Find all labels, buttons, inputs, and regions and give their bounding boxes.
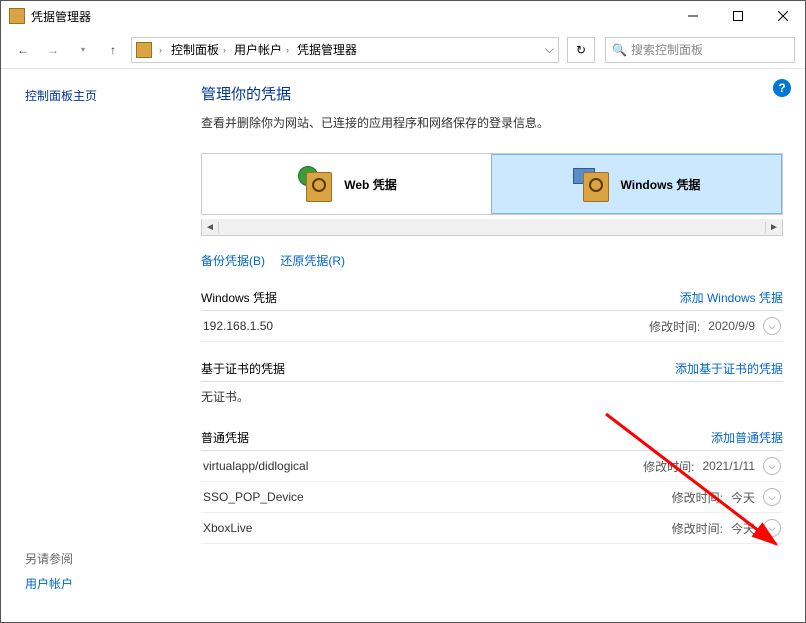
section-title: Windows 凭据 [201, 289, 277, 306]
modified-label: 修改时间: [672, 489, 723, 506]
recent-dropdown-icon[interactable]: ▾ [71, 38, 95, 62]
scroll-left-icon[interactable]: ◄ [202, 222, 219, 233]
safe-icon [583, 172, 609, 202]
breadcrumb-item[interactable]: 用户帐户 [232, 41, 284, 58]
tab-label: Web 凭据 [344, 176, 396, 193]
credential-row[interactable]: 192.168.1.50 修改时间: 2020/9/9 ⌵ [201, 311, 783, 342]
scroll-right-icon[interactable]: ► [765, 222, 782, 233]
modified-date: 2020/9/9 [708, 319, 755, 333]
address-bar[interactable]: › 控制面板› 用户帐户› 凭据管理器 ⌵ [131, 37, 559, 63]
location-icon [136, 42, 152, 58]
search-placeholder: 搜索控制面板 [631, 41, 703, 58]
tab-label: Windows 凭据 [621, 176, 701, 193]
tab-scrollbar[interactable]: ◄ ► [201, 219, 783, 236]
chevron-down-icon[interactable]: ⌵ [763, 519, 781, 537]
modified-date: 2021/1/11 [703, 459, 756, 473]
tab-web-credentials[interactable]: Web 凭据 [202, 154, 491, 214]
chevron-right-icon: › [284, 45, 291, 55]
help-icon[interactable]: ? [773, 79, 791, 97]
chevron-down-icon[interactable]: ⌵ [763, 488, 781, 506]
credential-name: XboxLive [203, 521, 252, 535]
chevron-down-icon[interactable]: ⌵ [763, 317, 781, 335]
section-title: 普通凭据 [201, 429, 249, 446]
app-icon [9, 8, 25, 24]
minimize-button[interactable] [670, 1, 715, 31]
credential-name: SSO_POP_Device [203, 490, 304, 504]
sidebar-link-user-accounts[interactable]: 用户帐户 [25, 575, 73, 592]
sidebar-seealso-label: 另请参阅 [25, 550, 73, 567]
credential-row[interactable]: SSO_POP_Device 修改时间: 今天 ⌵ [201, 482, 783, 513]
add-certificate-credential-link[interactable]: 添加基于证书的凭据 [675, 360, 783, 377]
chevron-right-icon: › [156, 45, 165, 55]
chevron-down-icon[interactable]: ⌵ [763, 457, 781, 475]
safe-icon [306, 172, 332, 202]
tab-windows-credentials[interactable]: Windows 凭据 [491, 154, 782, 214]
breadcrumb-item[interactable]: 凭据管理器 [295, 41, 359, 58]
page-description: 查看并删除你为网站、已连接的应用程序和网络保存的登录信息。 [201, 114, 783, 131]
search-icon: 🔍 [612, 43, 627, 57]
modified-label: 修改时间: [643, 458, 694, 475]
credential-name: 192.168.1.50 [203, 319, 273, 333]
close-button[interactable] [760, 1, 805, 31]
back-button[interactable]: ← [11, 38, 35, 62]
search-input[interactable]: 🔍 搜索控制面板 [605, 37, 795, 63]
restore-credentials-link[interactable]: 还原凭据(R) [280, 254, 345, 268]
forward-button[interactable]: → [41, 38, 65, 62]
modified-date: 今天 [731, 520, 755, 537]
add-windows-credential-link[interactable]: 添加 Windows 凭据 [680, 289, 783, 306]
credential-row[interactable]: virtualapp/didlogical 修改时间: 2021/1/11 ⌵ [201, 451, 783, 482]
credential-name: virtualapp/didlogical [203, 459, 308, 473]
address-dropdown-icon[interactable]: ⌵ [545, 42, 554, 57]
no-certificate-label: 无证书。 [201, 382, 783, 411]
chevron-right-icon: › [221, 45, 228, 55]
modified-label: 修改时间: [649, 318, 700, 335]
up-button[interactable]: ↑ [101, 38, 125, 62]
refresh-button[interactable]: ↻ [567, 37, 595, 63]
sidebar-home-link[interactable]: 控制面板主页 [25, 87, 177, 104]
backup-credentials-link[interactable]: 备份凭据(B) [201, 254, 265, 268]
page-heading: 管理你的凭据 [201, 83, 783, 104]
add-generic-credential-link[interactable]: 添加普通凭据 [711, 429, 783, 446]
maximize-button[interactable] [715, 1, 760, 31]
modified-label: 修改时间: [672, 520, 723, 537]
breadcrumb-item[interactable]: 控制面板 [169, 41, 221, 58]
credential-row[interactable]: XboxLive 修改时间: 今天 ⌵ [201, 513, 783, 544]
window-title: 凭据管理器 [31, 8, 670, 25]
modified-date: 今天 [731, 489, 755, 506]
section-title: 基于证书的凭据 [201, 360, 285, 377]
